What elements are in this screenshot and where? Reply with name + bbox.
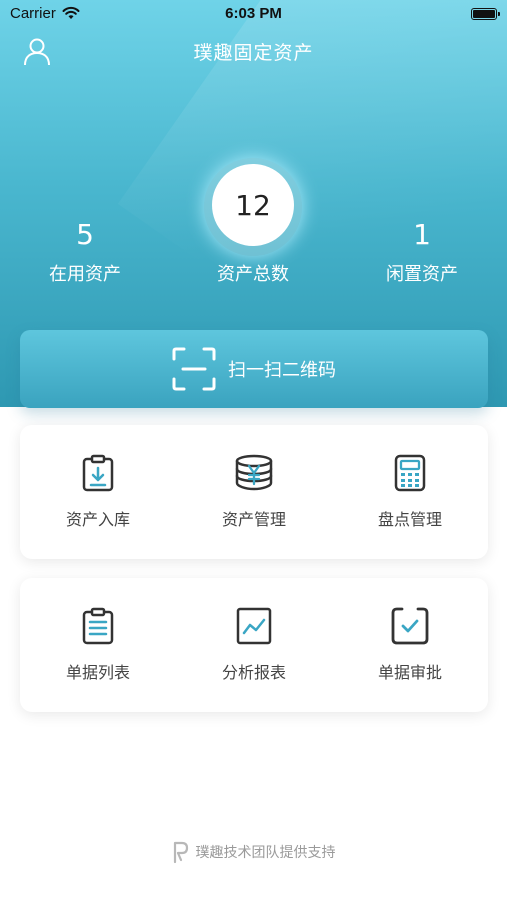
idle-count: 1 <box>413 218 431 251</box>
calculator-icon <box>394 454 426 492</box>
page-title: 璞趣固定资产 <box>193 42 314 64</box>
status-bar: Carrier 6:03 PM <box>0 0 507 28</box>
app-screen: Carrier 6:03 PM 璞趣固定资产 5 在用资产 12 资产总数 1 … <box>0 0 507 900</box>
list-clipboard-icon <box>82 607 114 645</box>
menu-card-1: 资产入库 资产管理 盘点管理 <box>20 425 488 559</box>
scan-label: 扫一扫二维码 <box>228 360 336 381</box>
menu-inventory-management[interactable]: 盘点管理 <box>332 425 488 559</box>
idle-label: 闲置资产 <box>386 264 458 285</box>
yen-coins-icon <box>235 454 273 491</box>
in-use-label: 在用资产 <box>49 264 121 285</box>
scan-qr-button[interactable]: 扫一扫二维码 <box>20 330 488 408</box>
clock: 6:03 PM <box>225 5 282 22</box>
menu-label: 资产管理 <box>221 510 286 529</box>
menu-label: 单据列表 <box>65 663 130 682</box>
menu-analysis-report[interactable]: 分析报表 <box>176 578 332 712</box>
footer: 璞趣技术团队提供支持 <box>0 840 507 864</box>
menu-card-2: 单据列表 分析报表 单据审批 <box>20 578 488 712</box>
menu-label: 盘点管理 <box>377 510 442 529</box>
menu-asset-management[interactable]: 资产管理 <box>176 425 332 559</box>
menu-label: 分析报表 <box>221 663 286 682</box>
menu-document-list[interactable]: 单据列表 <box>20 578 176 712</box>
qr-scan-icon <box>172 347 216 391</box>
total-label: 资产总数 <box>217 264 289 285</box>
battery-icon <box>471 8 500 20</box>
menu-label: 单据审批 <box>377 663 442 682</box>
menu-asset-inbound[interactable]: 资产入库 <box>20 425 176 559</box>
menu-document-approval[interactable]: 单据审批 <box>332 578 488 712</box>
menu-label: 资产入库 <box>65 510 130 529</box>
clipboard-in-icon <box>82 454 114 492</box>
puqu-logo-icon <box>173 841 188 864</box>
chart-icon <box>236 607 272 645</box>
footer-text: 璞趣技术团队提供支持 <box>195 845 336 861</box>
approve-check-icon <box>391 607 429 645</box>
in-use-count: 5 <box>76 218 94 251</box>
total-count[interactable]: 12 <box>212 164 294 246</box>
